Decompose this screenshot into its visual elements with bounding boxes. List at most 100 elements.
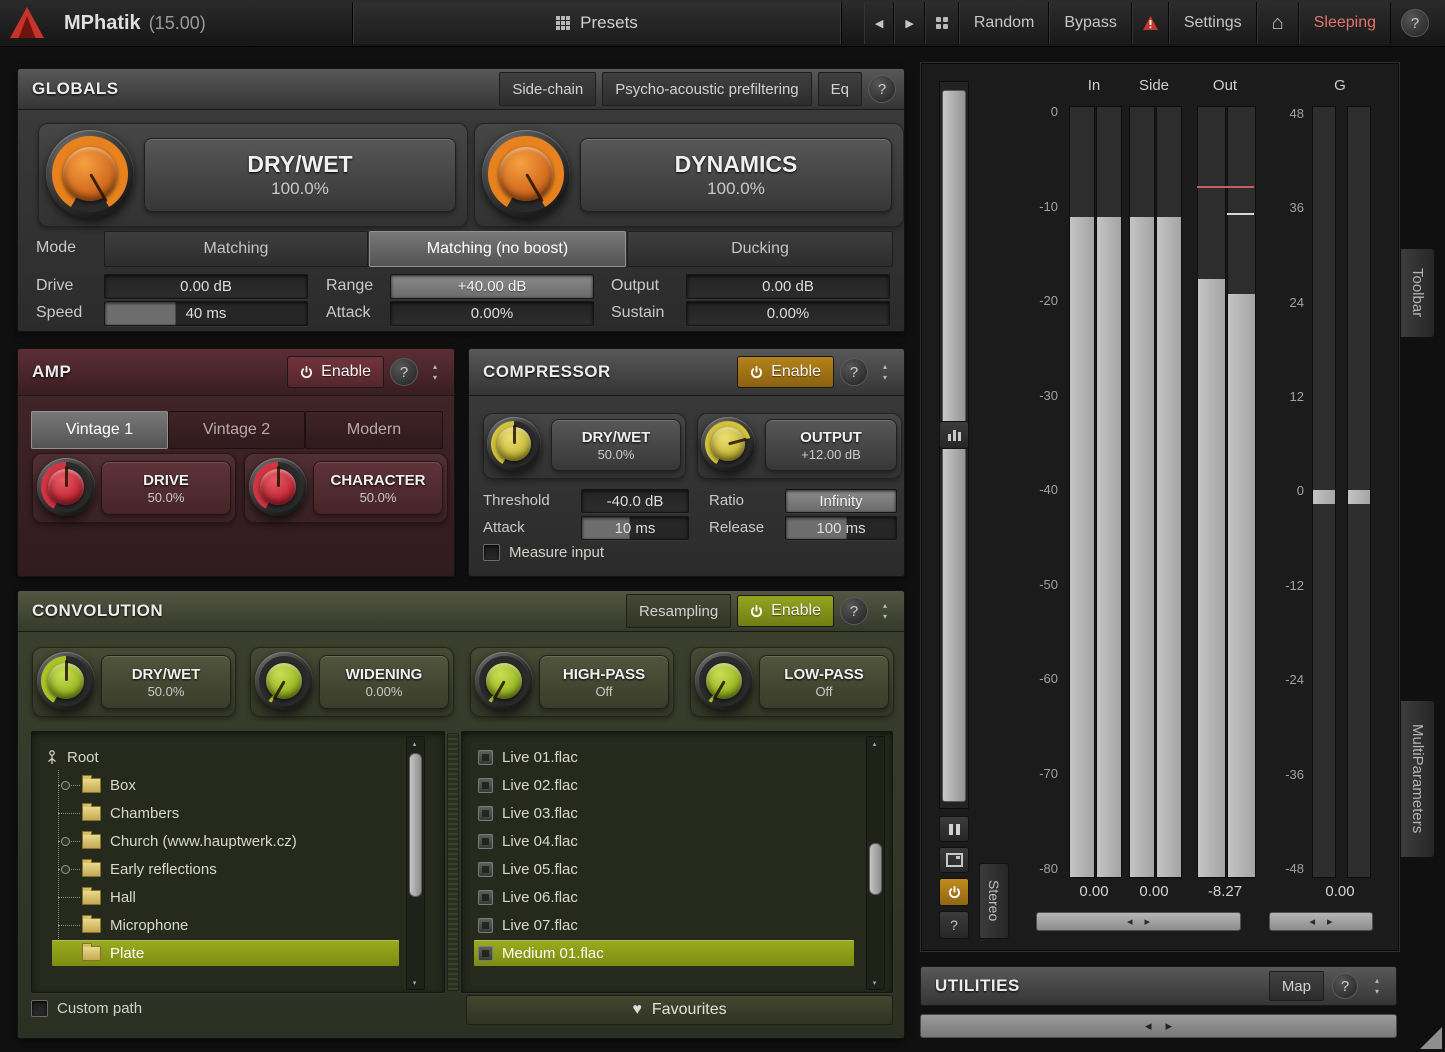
ir-file-item[interactable]: Live 04.flac — [474, 828, 854, 854]
expander-icon[interactable] — [61, 837, 70, 846]
utilities-scrollbar[interactable]: ◂ ▸ — [920, 1014, 1397, 1038]
tree-item[interactable]: Early reflections — [58, 856, 217, 882]
conv-highpass-knob[interactable] — [475, 652, 533, 710]
amp-enable-button[interactable]: Enable — [287, 356, 384, 388]
meter-range-scrollbar[interactable]: ◂ ▸ — [1036, 912, 1241, 931]
expander-icon[interactable] — [61, 865, 70, 874]
sustain-field[interactable]: 0.00% — [686, 301, 890, 326]
release-field[interactable]: 100 ms — [785, 516, 897, 540]
ir-file-item[interactable]: Live 01.flac — [474, 744, 854, 770]
scroll-down-icon[interactable]: ▾ — [407, 976, 422, 989]
convolution-preset-spinner[interactable]: ▴ ▾ — [874, 595, 896, 627]
threshold-field[interactable]: -40.0 dB — [581, 489, 689, 513]
expander-icon[interactable] — [61, 781, 70, 790]
dynamics-knob[interactable] — [482, 130, 570, 218]
presets-button[interactable]: Presets — [352, 2, 842, 44]
tree-item[interactable]: Microphone — [57, 912, 188, 938]
prev-preset-button[interactable]: ◀ — [863, 2, 895, 44]
compressor-preset-spinner[interactable]: ▴ ▾ — [874, 356, 896, 388]
measure-input-checkbox[interactable] — [483, 544, 500, 561]
list-divider-grip[interactable] — [447, 733, 459, 991]
utilities-help-button[interactable]: ? — [1332, 973, 1358, 999]
conv-widening-knob[interactable] — [255, 652, 313, 710]
file-scrollbar[interactable]: ▴ ▾ — [866, 736, 885, 990]
psycho-acoustic-button[interactable]: Psycho-acoustic prefiltering — [602, 72, 812, 106]
mode-ducking[interactable]: Ducking — [627, 231, 893, 267]
mode-matching[interactable]: Matching — [104, 231, 368, 267]
scroll-up-icon[interactable]: ▴ — [407, 737, 422, 750]
home-button[interactable]: ⌂ — [1256, 2, 1299, 44]
amp-character-plate[interactable]: CHARACTER 50.0% — [313, 461, 443, 515]
help-button[interactable]: ? — [1391, 2, 1439, 44]
next-preset-button[interactable]: ▶ — [894, 2, 925, 44]
stereo-mode-button[interactable]: Stereo — [979, 863, 1009, 939]
toolbar-tab[interactable]: Toolbar — [1400, 248, 1435, 338]
ir-file-item[interactable]: Live 05.flac — [474, 856, 854, 882]
ir-file-item[interactable]: Live 03.flac — [474, 800, 854, 826]
tree-scrollbar[interactable]: ▴ ▾ — [406, 736, 425, 990]
sleeping-indicator[interactable]: Sleeping — [1298, 2, 1391, 44]
scroll-up-icon[interactable]: ▴ — [867, 737, 882, 750]
ir-file-item[interactable]: Live 07.flac — [474, 912, 854, 938]
amp-character-knob[interactable] — [249, 458, 307, 516]
amp-drive-plate[interactable]: DRIVE 50.0% — [101, 461, 231, 515]
convolution-help-button[interactable]: ? — [840, 597, 868, 625]
comp-attack-field[interactable]: 10 ms — [581, 516, 689, 540]
map-button[interactable]: Map — [1268, 971, 1324, 1001]
globals-help-button[interactable]: ? — [868, 75, 896, 103]
comp-output-knob[interactable] — [701, 417, 755, 471]
meter-power-button[interactable] — [939, 878, 969, 906]
conv-lowpass-plate[interactable]: LOW-PASS Off — [759, 655, 889, 709]
ir-file-item[interactable]: Live 06.flac — [474, 884, 854, 910]
dynamics-plate[interactable]: DYNAMICS 100.0% — [580, 138, 892, 212]
compressor-help-button[interactable]: ? — [840, 358, 868, 386]
settings-button[interactable]: Settings — [1168, 2, 1257, 44]
ir-file-item-selected[interactable]: Medium 01.flac — [474, 940, 854, 966]
conv-drywet-knob[interactable] — [37, 652, 95, 710]
conv-widening-plate[interactable]: WIDENING 0.00% — [319, 655, 449, 709]
file-scrollbar-thumb[interactable] — [869, 843, 882, 895]
tree-item[interactable]: Chambers — [57, 800, 179, 826]
tree-scrollbar-thumb[interactable] — [409, 753, 422, 897]
conv-lowpass-knob[interactable] — [695, 652, 753, 710]
range-field[interactable]: +40.00 dB — [390, 274, 594, 299]
comp-output-plate[interactable]: OUTPUT +12.00 dB — [765, 419, 897, 471]
output-field[interactable]: 0.00 dB — [686, 274, 890, 299]
conv-highpass-plate[interactable]: HIGH-PASS Off — [539, 655, 669, 709]
popout-button[interactable] — [939, 847, 969, 873]
convolution-enable-button[interactable]: Enable — [737, 595, 834, 627]
tree-root-item[interactable]: Root — [46, 744, 99, 770]
drywet-plate[interactable]: DRY/WET 100.0% — [144, 138, 456, 212]
bypass-button[interactable]: Bypass — [1049, 2, 1132, 44]
tree-item-selected[interactable]: Plate — [52, 940, 399, 966]
ratio-field[interactable]: Infinity — [785, 489, 897, 513]
compressor-enable-button[interactable]: Enable — [737, 356, 834, 388]
meter-help-button[interactable]: ? — [939, 911, 969, 939]
pause-button[interactable] — [939, 816, 969, 842]
multiparameters-tab[interactable]: MultiParameters — [1400, 700, 1435, 858]
window-resize-grip[interactable] — [1420, 1027, 1442, 1049]
tree-item[interactable]: Box — [58, 772, 136, 798]
tree-item[interactable]: Hall — [58, 884, 136, 910]
speed-field[interactable]: 40 ms — [104, 301, 308, 326]
sidechain-button[interactable]: Side-chain — [499, 72, 597, 106]
ir-file-item[interactable]: Live 02.flac — [474, 772, 854, 798]
conv-drywet-plate[interactable]: DRY/WET 50.0% — [101, 655, 231, 709]
utilities-spinner[interactable]: ▴ ▾ — [1366, 970, 1388, 1002]
randomize-button[interactable] — [924, 2, 959, 44]
drywet-knob[interactable] — [46, 130, 134, 218]
amp-preset-spinner[interactable]: ▴ ▾ — [424, 356, 446, 388]
tree-item[interactable]: Church (www.hauptwerk.cz) — [58, 828, 297, 854]
favourites-button[interactable]: ♥ Favourites — [466, 995, 893, 1025]
amp-help-button[interactable]: ? — [390, 358, 418, 386]
attack-field[interactable]: 0.00% — [390, 301, 594, 326]
meter-options-button[interactable] — [939, 421, 969, 449]
mode-matching-no-boost[interactable]: Matching (no boost) — [369, 231, 626, 267]
amp-tab-modern[interactable]: Modern — [305, 411, 443, 449]
eq-button[interactable]: Eq — [817, 72, 862, 106]
custom-path-checkbox[interactable] — [31, 1000, 48, 1017]
amp-tab-vintage2[interactable]: Vintage 2 — [168, 411, 305, 449]
resampling-button[interactable]: Resampling — [625, 594, 732, 628]
comp-drywet-knob[interactable] — [487, 417, 541, 471]
comp-drywet-plate[interactable]: DRY/WET 50.0% — [551, 419, 681, 471]
